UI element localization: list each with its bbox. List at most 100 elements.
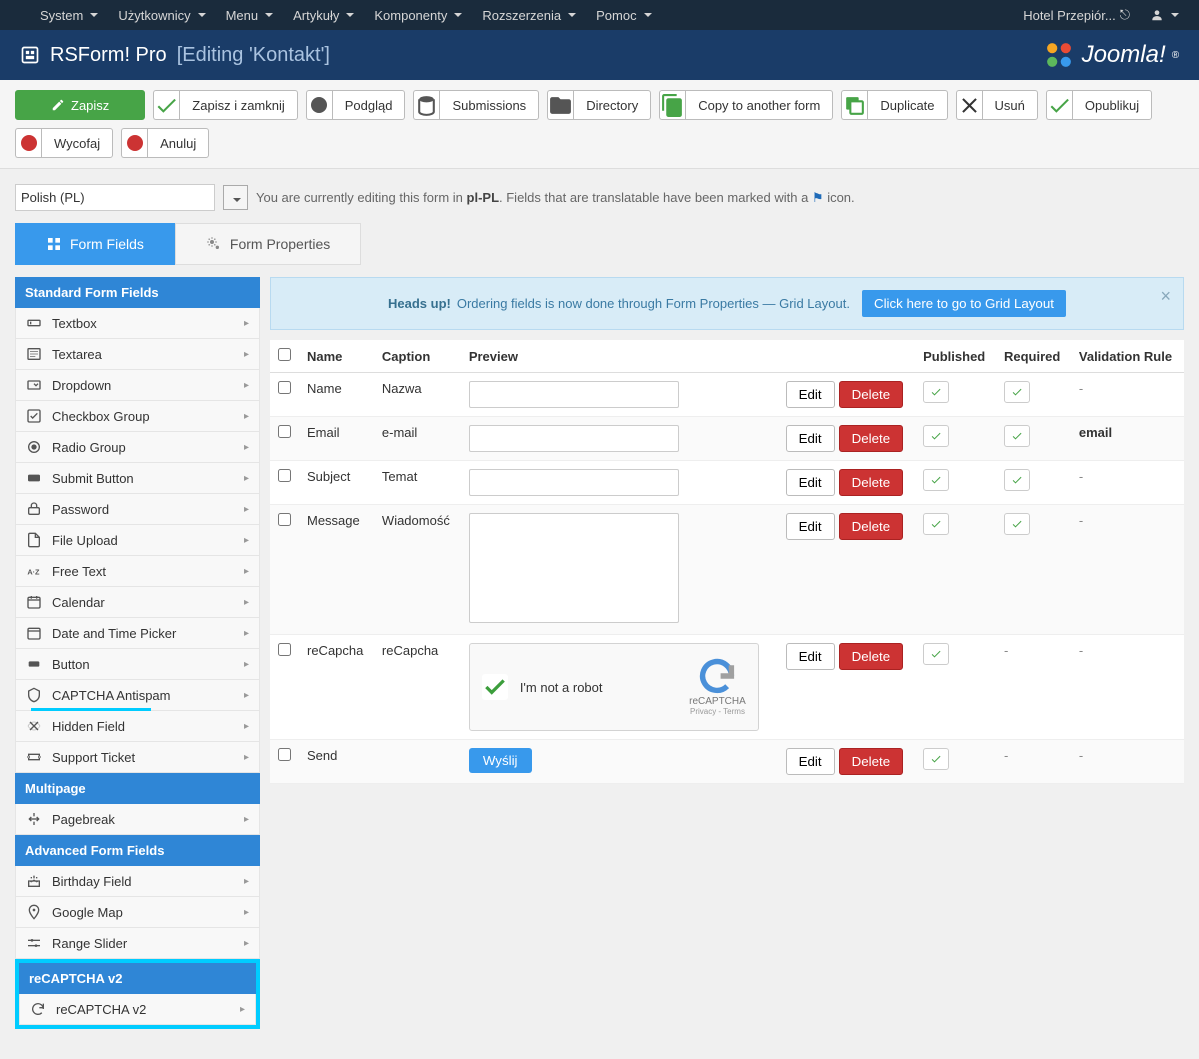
sidebar-item-dropdown[interactable]: Dropdown▸ xyxy=(15,370,260,401)
row-checkbox[interactable] xyxy=(278,381,291,394)
edit-button[interactable]: Edit xyxy=(786,643,835,670)
row-validation: - xyxy=(1071,635,1184,740)
directory-button[interactable]: Directory xyxy=(573,90,651,120)
sidebar-item-label: Dropdown xyxy=(52,378,111,393)
grid-icon xyxy=(46,236,62,252)
required-badge[interactable] xyxy=(1004,425,1030,447)
recaptcha-widget[interactable]: I'm not a robotreCAPTCHAPrivacy - Terms xyxy=(469,643,759,731)
required-badge[interactable] xyxy=(1004,513,1030,535)
table-row: MessageWiadomośćEditDelete- xyxy=(270,505,1184,635)
sidebar-item-recaptcha-v2[interactable]: reCAPTCHA v2▸ xyxy=(19,994,256,1025)
row-delete-button[interactable]: Delete xyxy=(839,381,904,408)
sidebar-item-range-slider[interactable]: Range Slider▸ xyxy=(15,928,260,959)
preview-textarea[interactable] xyxy=(469,513,679,623)
sidebar-item-button[interactable]: Button▸ xyxy=(15,649,260,680)
sidebar-item-checkbox-group[interactable]: Checkbox Group▸ xyxy=(15,401,260,432)
preview-input[interactable] xyxy=(469,425,679,452)
sidebar-item-captcha-antispam[interactable]: CAPTCHA Antispam▸ xyxy=(15,680,260,711)
sidebar-item-support-ticket[interactable]: Support Ticket▸ xyxy=(15,742,260,773)
preview-input[interactable] xyxy=(469,469,679,496)
menu-menus[interactable]: Menu xyxy=(216,3,284,28)
alert-close-button[interactable]: × xyxy=(1160,286,1171,307)
sidebar-item-label: Pagebreak xyxy=(52,812,115,827)
publish-button[interactable]: Opublikuj xyxy=(1072,90,1152,120)
sidebar-item-calendar[interactable]: Calendar▸ xyxy=(15,587,260,618)
required-badge[interactable] xyxy=(1004,381,1030,403)
row-delete-button[interactable]: Delete xyxy=(839,513,904,540)
row-checkbox[interactable] xyxy=(278,643,291,656)
menu-system[interactable]: System xyxy=(30,3,108,28)
published-badge[interactable] xyxy=(923,469,949,491)
sidebar-item-label: Date and Time Picker xyxy=(52,626,176,641)
row-delete-button[interactable]: Delete xyxy=(839,748,904,775)
published-badge[interactable] xyxy=(923,425,949,447)
edit-button[interactable]: Edit xyxy=(786,469,835,496)
required-badge[interactable] xyxy=(1004,469,1030,491)
joomla-menu-icon[interactable] xyxy=(10,10,30,20)
edit-button[interactable]: Edit xyxy=(786,425,835,452)
save-close-button[interactable]: Zapisz i zamknij xyxy=(179,90,297,120)
save-button[interactable]: Zapisz xyxy=(15,90,145,120)
tab-form-properties[interactable]: Form Properties xyxy=(175,223,361,265)
col-name: Name xyxy=(299,340,374,373)
duplicate-button[interactable]: Duplicate xyxy=(867,90,947,120)
row-delete-button[interactable]: Delete xyxy=(839,469,904,496)
menu-users[interactable]: Użytkownicy xyxy=(108,3,215,28)
sidebar-item-label: Google Map xyxy=(52,905,123,920)
chevron-right-icon: ▸ xyxy=(244,566,249,577)
language-dropdown-button[interactable] xyxy=(223,185,248,210)
admin-topbar: System Użytkownicy Menu Artykuły Kompone… xyxy=(0,0,1199,30)
unpublish-button[interactable]: Wycofaj xyxy=(41,128,113,158)
published-badge[interactable] xyxy=(923,513,949,535)
edit-button[interactable]: Edit xyxy=(786,381,835,408)
tab-form-fields[interactable]: Form Fields xyxy=(15,223,175,265)
preview-submit[interactable]: Wyślij xyxy=(469,748,532,773)
row-checkbox[interactable] xyxy=(278,425,291,438)
select-all-checkbox[interactable] xyxy=(278,348,291,361)
sidebar-item-google-map[interactable]: Google Map▸ xyxy=(15,897,260,928)
sidebar-item-hidden-field[interactable]: Hidden Field▸ xyxy=(15,711,260,742)
published-badge[interactable] xyxy=(923,643,949,665)
cancel-button[interactable]: Anuluj xyxy=(147,128,209,158)
row-checkbox[interactable] xyxy=(278,513,291,526)
edit-button[interactable]: Edit xyxy=(786,748,835,775)
sidebar-item-password[interactable]: Password▸ xyxy=(15,494,260,525)
preview-button[interactable]: Podgląd xyxy=(332,90,406,120)
sidebar-item-radio-group[interactable]: Radio Group▸ xyxy=(15,432,260,463)
published-badge[interactable] xyxy=(923,748,949,770)
grid-layout-button[interactable]: Click here to go to Grid Layout xyxy=(862,290,1066,317)
language-select[interactable]: Polish (PL) xyxy=(15,184,215,211)
edit-button[interactable]: Edit xyxy=(786,513,835,540)
recaptcha-logo: reCAPTCHAPrivacy - Terms xyxy=(689,658,746,716)
sidebar-item-submit-button[interactable]: Submit Button▸ xyxy=(15,463,260,494)
site-link[interactable]: Hotel Przepiór... ⎋ xyxy=(1013,2,1140,28)
delete-button[interactable]: Usuń xyxy=(982,90,1038,120)
row-caption: reCapcha xyxy=(374,635,461,740)
row-delete-button[interactable]: Delete xyxy=(839,643,904,670)
user-menu[interactable] xyxy=(1140,3,1189,27)
sidebar-header-multipage: Multipage xyxy=(15,773,260,804)
menu-extensions[interactable]: Rozszerzenia xyxy=(472,3,586,28)
menu-components[interactable]: Komponenty xyxy=(364,3,472,28)
table-row: SubjectTematEditDelete- xyxy=(270,461,1184,505)
sidebar-item-file-upload[interactable]: File Upload▸ xyxy=(15,525,260,556)
preview-input[interactable] xyxy=(469,381,679,408)
row-delete-button[interactable]: Delete xyxy=(839,425,904,452)
row-checkbox[interactable] xyxy=(278,748,291,761)
sidebar-item-birthday-field[interactable]: Birthday Field▸ xyxy=(15,866,260,897)
copy-button[interactable]: Copy to another form xyxy=(685,90,833,120)
row-name: Send xyxy=(299,740,374,784)
sidebar-item-date-and-time-picker[interactable]: Date and Time Picker▸ xyxy=(15,618,260,649)
menu-content[interactable]: Artykuły xyxy=(283,3,364,28)
submissions-button[interactable]: Submissions xyxy=(439,90,539,120)
sidebar-item-label: Range Slider xyxy=(52,936,127,951)
sidebar-item-free-text[interactable]: A·ZFree Text▸ xyxy=(15,556,260,587)
sidebar-item-textarea[interactable]: Textarea▸ xyxy=(15,339,260,370)
sidebar-item-pagebreak[interactable]: Pagebreak▸ xyxy=(15,804,260,835)
row-checkbox[interactable] xyxy=(278,469,291,482)
required-dash: - xyxy=(1004,748,1008,763)
sidebar-item-textbox[interactable]: Textbox▸ xyxy=(15,308,260,339)
published-badge[interactable] xyxy=(923,381,949,403)
chevron-right-icon: ▸ xyxy=(244,349,249,360)
menu-help[interactable]: Pomoc xyxy=(586,3,661,28)
